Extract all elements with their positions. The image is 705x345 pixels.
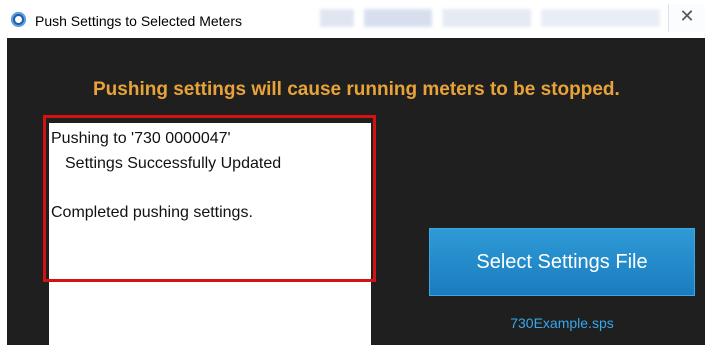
highlight-annotation-box xyxy=(43,115,376,282)
selected-file-link[interactable]: 730Example.sps xyxy=(429,315,695,331)
app-icon xyxy=(11,12,26,27)
warning-message: Pushing settings will cause running mete… xyxy=(93,79,620,100)
close-icon[interactable]: ✕ xyxy=(668,4,705,32)
push-settings-dialog: Pushing settings will cause running mete… xyxy=(7,38,705,345)
title-bar: Push Settings to Selected Meters ✕ xyxy=(0,0,705,38)
window-title: Push Settings to Selected Meters xyxy=(35,13,242,29)
background-window-strip xyxy=(320,9,660,27)
select-settings-file-button[interactable]: Select Settings File xyxy=(429,228,695,296)
